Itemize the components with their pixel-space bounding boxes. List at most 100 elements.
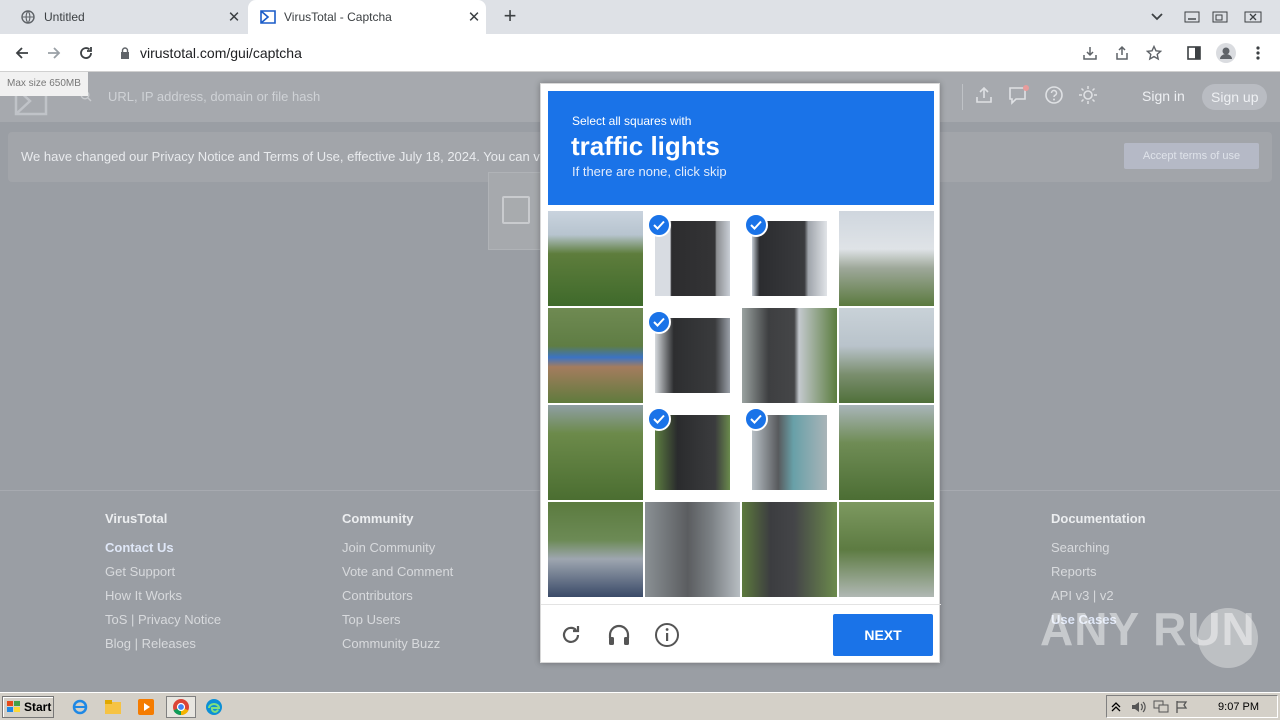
captcha-tile[interactable] (645, 405, 740, 500)
menu-icon[interactable] (1246, 41, 1270, 65)
footer-col-virustotal: VirusTotal Contact Us Get Support How It… (105, 511, 221, 660)
vt-search-input[interactable]: URL, IP address, domain or file hash (108, 89, 320, 104)
sign-up-button[interactable]: Sign up (1202, 84, 1268, 110)
footer-link[interactable]: How It Works (105, 588, 221, 612)
captcha-challenge: Select all squares with traffic lights I… (540, 83, 941, 664)
theme-sun-icon[interactable] (1078, 85, 1098, 105)
prompt-object: traffic lights (571, 131, 720, 161)
tile-image (645, 502, 740, 597)
captcha-tile[interactable] (839, 308, 934, 403)
tile-image (839, 405, 934, 500)
tab-search-icon[interactable] (1150, 0, 1164, 34)
captcha-tile[interactable] (839, 211, 934, 306)
tile-image (742, 502, 837, 597)
captcha-tile[interactable] (742, 308, 837, 403)
audio-challenge-icon[interactable] (605, 621, 633, 649)
network-icon[interactable] (1153, 700, 1169, 714)
footer-link[interactable]: Vote and Comment (342, 564, 453, 588)
tile-image (548, 405, 643, 500)
divider (962, 84, 963, 110)
new-tab-button[interactable]: + (498, 5, 522, 29)
checkmark-icon (647, 407, 671, 431)
start-button[interactable]: Start (2, 696, 54, 718)
tab-strip: Untitled ✕ VirusTotal - Captcha ✕ + (0, 0, 1280, 34)
reload-challenge-icon[interactable] (557, 621, 585, 649)
tab-virustotal-captcha[interactable]: VirusTotal - Captcha ✕ (248, 0, 486, 34)
max-size-tooltip: Max size 650MB (0, 72, 88, 96)
notifications-icon[interactable] (1008, 85, 1030, 105)
ie-icon[interactable] (68, 696, 92, 718)
minimize-icon[interactable] (1184, 0, 1200, 34)
prompt-line1: Select all squares with (572, 114, 692, 128)
help-icon[interactable] (1044, 85, 1064, 105)
footer-link[interactable]: Community Buzz (342, 636, 453, 660)
tab-close-icon[interactable]: ✕ (222, 8, 246, 26)
windows-logo-icon (7, 701, 20, 712)
footer-link[interactable]: Top Users (342, 612, 453, 636)
footer-heading: Community (342, 511, 414, 526)
captcha-tile[interactable] (548, 405, 643, 500)
tile-image (839, 211, 934, 306)
footer-heading: VirusTotal (105, 511, 168, 526)
start-label: Start (24, 700, 52, 714)
captcha-tile[interactable] (645, 211, 740, 306)
checkmark-icon (744, 213, 768, 237)
prompt-hint: If there are none, click skip (572, 164, 727, 179)
upload-icon[interactable] (974, 85, 994, 105)
media-player-icon[interactable] (134, 696, 158, 718)
captcha-tile[interactable] (742, 211, 837, 306)
captcha-tile[interactable] (839, 405, 934, 500)
share-icon[interactable] (1110, 41, 1134, 65)
footer-link[interactable]: Contact Us (105, 540, 221, 564)
footer-link[interactable]: Join Community (342, 540, 453, 564)
chrome-icon[interactable] (166, 696, 196, 718)
captcha-tile[interactable] (742, 405, 837, 500)
captcha-prompt: Select all squares with traffic lights I… (548, 91, 934, 205)
captcha-tile[interactable] (548, 502, 643, 597)
reload-icon[interactable] (74, 41, 98, 65)
system-tray: 9:07 PM (1106, 695, 1278, 718)
profile-avatar[interactable] (1214, 41, 1238, 65)
footer-link[interactable]: Searching (1051, 540, 1146, 564)
address-bar[interactable]: virustotal.com/gui/captcha (110, 38, 1170, 68)
footer-link[interactable]: Blog | Releases (105, 636, 221, 660)
tab-close-icon[interactable]: ✕ (462, 8, 486, 26)
footer-link[interactable]: Reports (1051, 564, 1146, 588)
explorer-icon[interactable] (101, 696, 125, 718)
footer-link[interactable]: Get Support (105, 564, 221, 588)
restore-icon[interactable] (1212, 0, 1228, 34)
captcha-tile[interactable] (645, 308, 740, 403)
volume-icon[interactable] (1131, 700, 1147, 714)
captcha-footer: NEXT (541, 604, 941, 664)
captcha-tile[interactable] (548, 211, 643, 306)
tab-untitled[interactable]: Untitled ✕ (8, 0, 246, 34)
footer-link[interactable]: ToS | Privacy Notice (105, 612, 221, 636)
sign-in-link[interactable]: Sign in (1142, 88, 1185, 104)
captcha-tile[interactable] (839, 502, 934, 597)
info-icon[interactable] (653, 621, 681, 649)
back-icon[interactable] (10, 41, 34, 65)
clock: 9:07 PM (1218, 701, 1259, 713)
show-hidden-icons-icon[interactable] (1111, 701, 1121, 713)
tile-image (548, 211, 643, 306)
captcha-checkbox[interactable] (502, 196, 530, 224)
forward-icon[interactable] (42, 41, 66, 65)
windows-taskbar: Start 9:07 PM (0, 692, 1280, 720)
edge-icon[interactable] (202, 696, 226, 718)
lock-icon (110, 47, 140, 59)
captcha-tile[interactable] (742, 502, 837, 597)
footer-link[interactable]: Contributors (342, 588, 453, 612)
next-button[interactable]: NEXT (833, 614, 933, 656)
side-panel-icon[interactable] (1182, 41, 1206, 65)
install-icon[interactable] (1078, 41, 1102, 65)
close-window-icon[interactable] (1244, 0, 1262, 34)
action-center-flag-icon[interactable] (1175, 700, 1189, 714)
checkmark-icon (647, 310, 671, 334)
footer-heading: Documentation (1051, 511, 1146, 526)
captcha-tile[interactable] (548, 308, 643, 403)
accept-terms-button[interactable]: Accept terms of use (1124, 143, 1259, 169)
captcha-tile[interactable] (645, 502, 740, 597)
bookmark-star-icon[interactable] (1142, 41, 1166, 65)
captcha-image-grid (548, 211, 934, 597)
browser-toolbar: virustotal.com/gui/captcha (0, 34, 1280, 72)
